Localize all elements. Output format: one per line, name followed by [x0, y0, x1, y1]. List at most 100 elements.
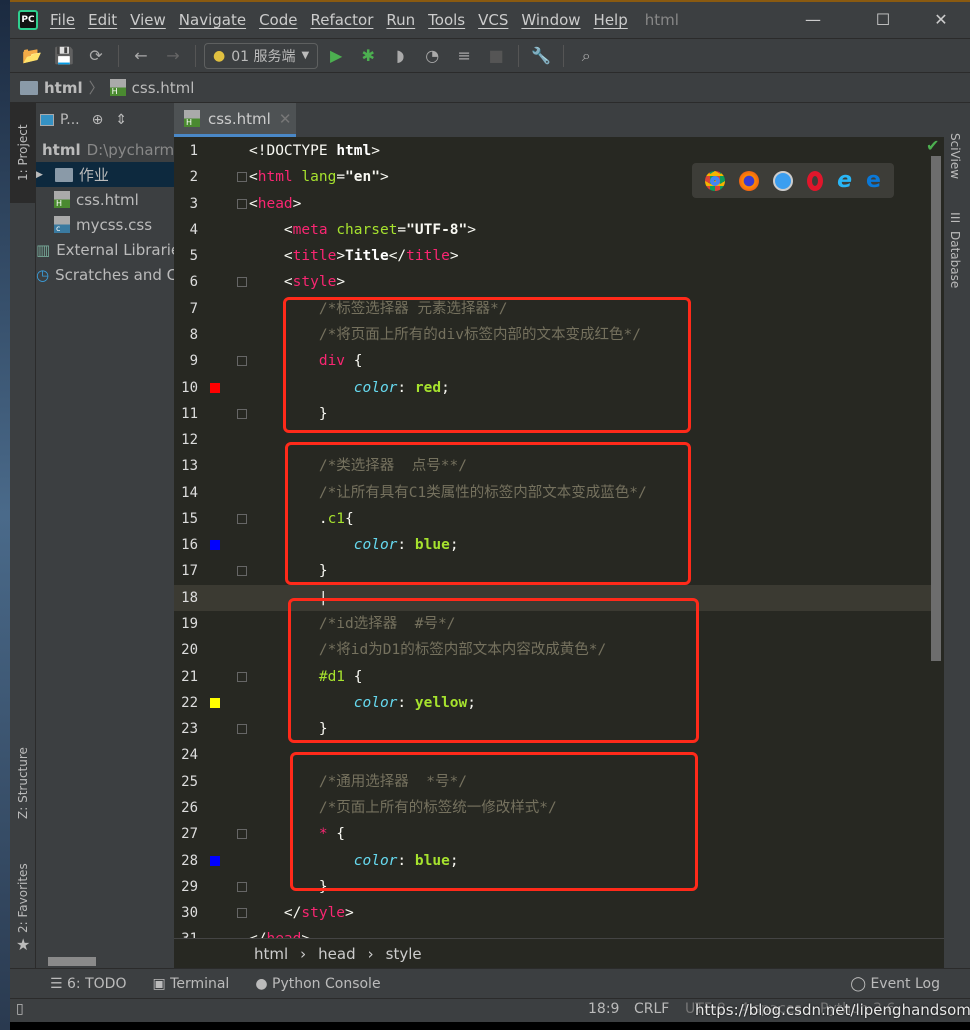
tab-css-html[interactable]: H css.html ✕ [174, 103, 296, 137]
fold-marker-icon[interactable] [237, 908, 247, 919]
color-swatch-icon[interactable] [210, 382, 220, 393]
run-icon[interactable]: ▶ [322, 44, 350, 68]
tree-item-css-html[interactable]: H css.html [36, 187, 174, 212]
opera-icon[interactable] [807, 170, 824, 191]
python-console-label: Python Console [272, 975, 381, 992]
fold-marker-icon[interactable] [237, 724, 247, 735]
terminal-button[interactable]: ▣ Terminal [152, 976, 229, 992]
fold-marker-icon[interactable] [237, 408, 247, 419]
chevron-right-icon: 〉 [88, 79, 104, 97]
tab-favorites[interactable]: 2: Favorites [10, 853, 36, 943]
code-line[interactable]: 31 </head> [174, 926, 934, 938]
annotation-box-universal-selector [290, 752, 698, 891]
line-number: 1 [189, 143, 198, 159]
left-tool-strip: 1: Project Z: Structure 2: Favorites ★ [10, 103, 36, 968]
code-line[interactable]: 30 </style> [174, 900, 934, 926]
fold-marker-icon[interactable] [237, 198, 247, 209]
search-icon[interactable]: ⌕ [572, 44, 600, 68]
python-console-button[interactable]: ● Python Console [255, 976, 380, 992]
vertical-scrollbar[interactable] [931, 156, 941, 661]
fold-marker-icon[interactable] [237, 172, 247, 183]
close-tab-icon[interactable]: ✕ [279, 110, 292, 128]
locate-icon[interactable]: ⊕ [92, 112, 104, 128]
close-button[interactable]: ✕ [918, 2, 964, 38]
fold-marker-icon[interactable] [237, 881, 247, 892]
internet-explorer-icon[interactable]: e [837, 168, 852, 193]
folder-icon [54, 167, 73, 182]
fold-marker-icon[interactable] [237, 277, 247, 288]
menu-file[interactable]: File [50, 11, 75, 29]
color-swatch-icon[interactable] [210, 855, 220, 866]
safari-icon[interactable] [773, 170, 794, 191]
code-token: html [257, 169, 293, 186]
menu-edit[interactable]: Edit [88, 11, 117, 29]
concurrency-icon[interactable]: ≡ [450, 44, 478, 68]
project-view-select[interactable]: P... [60, 112, 80, 128]
code-line[interactable]: 1 <!DOCTYPE html> [174, 138, 934, 164]
tab-sciview[interactable]: SciView [948, 133, 962, 179]
menu-help[interactable]: Help [594, 11, 628, 29]
debug-icon[interactable]: ✱ [354, 44, 382, 68]
save-icon[interactable]: 💾 [50, 44, 78, 68]
menu-window[interactable]: Window [521, 11, 580, 29]
tree-item-mycss[interactable]: c mycss.css [36, 212, 174, 237]
expand-arrow-icon[interactable]: ▶ [36, 170, 43, 180]
collapse-icon[interactable]: ⇕ [115, 112, 127, 128]
fold-marker-icon[interactable] [237, 829, 247, 840]
menu-code[interactable]: Code [259, 11, 297, 29]
color-swatch-icon[interactable] [210, 697, 220, 708]
event-log-button[interactable]: ◯ Event Log [850, 976, 940, 992]
color-swatch-icon[interactable] [210, 540, 220, 551]
todo-button[interactable]: ☰ 6: TODO [50, 976, 126, 992]
menu-navigate[interactable]: Navigate [179, 11, 246, 29]
caret-position[interactable]: 18:9 [588, 1001, 619, 1017]
nav-item-css-html[interactable]: css.html [132, 79, 195, 97]
coverage-icon[interactable]: ◗ [386, 44, 414, 68]
maximize-button[interactable]: ☐ [860, 2, 906, 38]
nav-item-html[interactable]: html [44, 79, 83, 97]
chrome-icon[interactable] [705, 170, 725, 191]
menu-view[interactable]: View [130, 11, 166, 29]
open-icon[interactable]: 📂 [18, 44, 46, 68]
tree-item-scratches[interactable]: ◷ Scratches and Co [36, 262, 174, 287]
code-line[interactable]: 6 <style> [174, 269, 934, 295]
database-icon: ☰ [950, 211, 961, 225]
sync-icon[interactable]: ⟳ [82, 44, 110, 68]
profile-icon[interactable]: ◔ [418, 44, 446, 68]
star-icon: ★ [16, 935, 31, 954]
forward-icon[interactable]: → [159, 44, 187, 68]
code-token: meta [292, 221, 328, 238]
crumb-head[interactable]: head [318, 945, 355, 963]
divider [518, 44, 520, 67]
fold-marker-icon[interactable] [237, 513, 247, 524]
back-icon[interactable]: ← [127, 44, 155, 68]
menu-refactor[interactable]: Refactor [310, 11, 373, 29]
fold-marker-icon[interactable] [237, 566, 247, 577]
run-configuration-select[interactable]: ● 01 服务端 ▼ [204, 42, 319, 69]
edge-icon[interactable]: e [866, 168, 881, 193]
line-number: 4 [189, 221, 198, 238]
code-token: head [266, 931, 301, 938]
minimize-button[interactable]: — [790, 2, 836, 38]
stop-icon[interactable]: ■ [482, 44, 510, 68]
crumb-style[interactable]: style [386, 945, 422, 963]
firefox-icon[interactable] [739, 170, 760, 191]
menu-tools[interactable]: Tools [428, 11, 465, 29]
tab-structure[interactable]: Z: Structure [10, 733, 36, 833]
menu-vcs[interactable]: VCS [478, 11, 508, 29]
tree-item-external-libraries[interactable]: ▥ External Libraries [36, 237, 174, 262]
crumb-html[interactable]: html [254, 945, 288, 963]
line-separator[interactable]: CRLF [634, 1001, 669, 1017]
tree-item-homework[interactable]: ▶ 作业 [36, 162, 174, 187]
tab-database[interactable]: Database [948, 231, 962, 288]
panel-toggle-icon[interactable]: ▯ [16, 1001, 24, 1017]
fold-marker-icon[interactable] [237, 356, 247, 367]
fold-marker-icon[interactable] [237, 671, 247, 682]
code-line[interactable]: 4 <meta charset="UTF-8"> [174, 217, 934, 243]
menu-run[interactable]: Run [386, 11, 415, 29]
settings-wrench-icon[interactable]: 🔧 [527, 44, 555, 68]
tree-item-html[interactable]: html D:\pycharm [36, 137, 174, 162]
horizontal-scrollbar[interactable] [48, 957, 96, 966]
code-line[interactable]: 5 <title>Title</title> [174, 243, 934, 269]
tab-project[interactable]: 1: Project [10, 103, 36, 203]
